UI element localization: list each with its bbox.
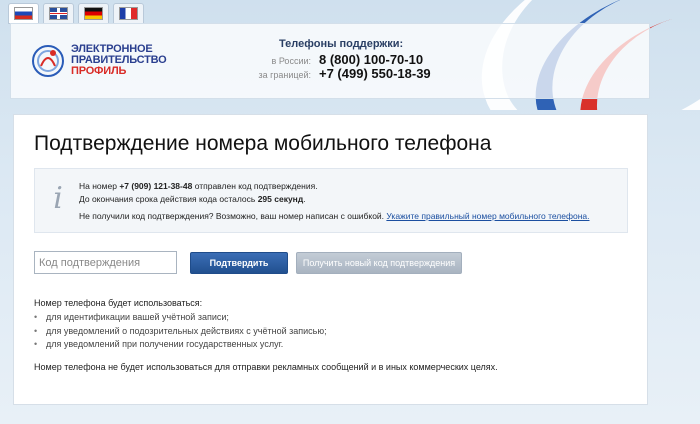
- info-line-sent: На номер +7 (909) 121-38-48 отправлен ко…: [79, 181, 318, 191]
- info-timer-suffix: .: [303, 194, 306, 204]
- support-abroad-number: +7 (499) 550-18-39: [319, 66, 431, 81]
- russia-flag-icon: [14, 7, 33, 20]
- support-russia-label: в России:: [271, 56, 311, 66]
- gosuslugi-logo-icon[interactable]: [31, 44, 65, 78]
- support-title: Телефоны поддержки:: [279, 38, 404, 50]
- support-russia-number: 8 (800) 100-70-10: [319, 52, 424, 67]
- lang-tab-fr[interactable]: [113, 3, 144, 24]
- site-header: ЭЛЕКТРОННОЕ ПРАВИТЕЛЬСТВО ПРОФИЛЬ Телефо…: [10, 23, 650, 99]
- usage-item-text: для уведомлений при получении государств…: [46, 339, 284, 349]
- lang-tab-en[interactable]: [43, 3, 74, 24]
- bullet-icon: •: [34, 339, 38, 349]
- lang-tab-de[interactable]: [78, 3, 109, 24]
- bullet-icon: •: [34, 325, 38, 336]
- confirmation-card: Подтверждение номера мобильного телефона…: [13, 114, 648, 405]
- list-item: • для уведомлений о подозрительных действ…: [34, 325, 327, 339]
- usage-title: Номер телефона будет использоваться:: [34, 298, 203, 308]
- logo-line-3: ПРОФИЛЬ: [71, 65, 127, 77]
- info-timer-prefix: До окончания срока действия кода осталос…: [79, 194, 258, 204]
- france-flag-icon: [119, 7, 138, 20]
- bullet-icon: •: [34, 312, 38, 322]
- list-item: • для идентификации вашей учётной записи;: [34, 311, 327, 325]
- confirm-button[interactable]: Подтвердить: [190, 252, 288, 274]
- uk-flag-icon: [49, 7, 68, 20]
- language-switcher: [8, 3, 144, 24]
- page-title: Подтверждение номера мобильного телефона: [34, 132, 492, 155]
- no-ads-notice: Номер телефона не будет использоваться д…: [34, 362, 498, 372]
- support-abroad-row: за границей: +7 (499) 550-18-39: [241, 66, 431, 81]
- change-phone-link[interactable]: Укажите правильный номер мобильного теле…: [386, 211, 589, 221]
- info-phone-number: +7 (909) 121-38-48: [119, 181, 193, 191]
- germany-flag-icon: [84, 7, 103, 20]
- lang-tab-ru[interactable]: [8, 3, 39, 24]
- info-wrong-number-text: Не получили код подтверждения? Возможно,…: [79, 211, 387, 221]
- support-abroad-label: за границей:: [258, 70, 311, 80]
- info-icon: i: [53, 181, 63, 216]
- info-timer-seconds: 295 секунд: [257, 194, 304, 204]
- info-sent-suffix: отправлен код подтверждения.: [192, 181, 318, 191]
- info-line-timer: До окончания срока действия кода осталос…: [79, 194, 306, 204]
- confirmation-code-input[interactable]: [34, 251, 177, 274]
- info-line-wrong-number: Не получили код подтверждения? Возможно,…: [79, 211, 590, 221]
- support-russia-row: в России: 8 (800) 100-70-10: [241, 52, 424, 67]
- list-item: • для уведомлений при получении государст…: [34, 338, 327, 352]
- usage-item-text: для уведомлений о подозрительных действи…: [46, 325, 327, 336]
- info-panel: i На номер +7 (909) 121-38-48 отправлен …: [34, 168, 628, 233]
- get-new-code-button[interactable]: Получить новый код подтверждения: [296, 252, 462, 274]
- usage-item-text: для идентификации вашей учётной записи;: [46, 312, 229, 322]
- logo-text[interactable]: ЭЛЕКТРОННОЕ ПРАВИТЕЛЬСТВО ПРОФИЛЬ: [71, 44, 167, 77]
- info-sent-prefix: На номер: [79, 181, 120, 191]
- usage-list: • для идентификации вашей учётной записи;…: [34, 311, 327, 352]
